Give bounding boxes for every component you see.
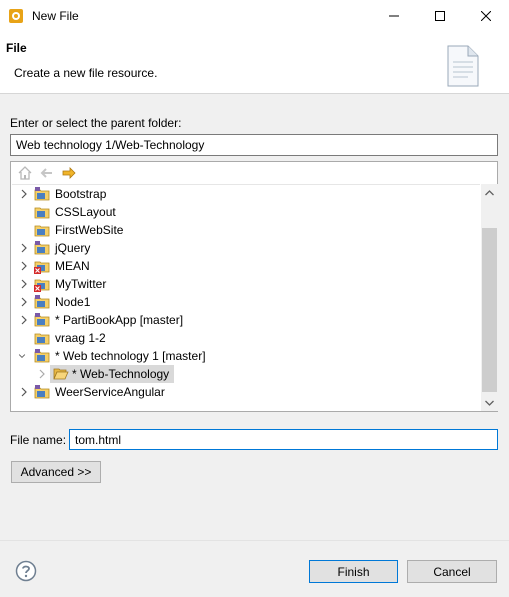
window-title: New File	[32, 9, 79, 23]
project-folder-error-icon	[34, 261, 50, 274]
tree-item[interactable]: jQuery	[12, 239, 478, 257]
advanced-button[interactable]: Advanced >>	[11, 461, 101, 483]
maximize-button[interactable]	[417, 0, 463, 32]
tree-item-label: * PartiBookApp [master]	[55, 313, 184, 327]
project-folder-icon	[34, 349, 50, 363]
chevron-right-icon[interactable]	[19, 313, 29, 327]
file-name-input[interactable]	[69, 429, 498, 450]
file-name-label: File name:	[10, 433, 67, 447]
footer-divider	[0, 540, 509, 541]
chevron-right-icon[interactable]	[19, 187, 29, 201]
close-button[interactable]	[463, 0, 509, 32]
chevron-down-icon	[485, 400, 494, 406]
tree-item[interactable]: WeerServiceAngular	[12, 383, 478, 401]
tree-item-label: vraag 1-2	[55, 331, 106, 345]
tree-item[interactable]: Node1	[12, 293, 478, 311]
tree-item[interactable]: * PartiBookApp [master]	[12, 311, 478, 329]
tree-item-label: * Web-Technology	[72, 367, 170, 381]
project-folder-icon	[34, 333, 50, 345]
tree-item-label: * Web technology 1 [master]	[55, 349, 206, 363]
folder-tree-panel: Bootstrap CSSLayout FirstWebSite jQuery …	[10, 161, 498, 412]
document-wizard-icon	[447, 45, 479, 87]
project-folder-icon	[34, 225, 50, 237]
project-folder-icon	[34, 295, 50, 309]
minimize-button[interactable]	[371, 0, 417, 32]
page-description: Create a new file resource.	[14, 66, 158, 80]
tree-item-label: Bootstrap	[55, 187, 107, 201]
wizard-header: File Create a new file resource.	[0, 32, 509, 94]
home-icon[interactable]	[17, 165, 33, 181]
vertical-scrollbar[interactable]	[481, 184, 498, 411]
scroll-up-button[interactable]	[481, 184, 498, 201]
tree-item-selected[interactable]: * Web-Technology	[12, 365, 478, 383]
tree-item[interactable]: MEAN	[12, 257, 478, 275]
chevron-right-icon[interactable]	[37, 367, 47, 381]
chevron-right-icon[interactable]	[19, 259, 29, 273]
finish-button[interactable]: Finish	[309, 560, 398, 583]
project-folder-icon	[34, 241, 50, 255]
tree-item[interactable]: Bootstrap	[12, 185, 478, 203]
tree-item-label: WeerServiceAngular	[55, 385, 165, 399]
chevron-right-icon[interactable]	[19, 295, 29, 309]
tree-item[interactable]: FirstWebSite	[12, 221, 478, 239]
tree-item-label: MyTwitter	[55, 277, 107, 291]
tree-toolbar	[11, 162, 497, 184]
chevron-up-icon	[485, 189, 494, 195]
maximize-icon	[435, 11, 445, 21]
tree-item-label: FirstWebSite	[55, 223, 124, 237]
tree-item-label: CSSLayout	[55, 205, 116, 219]
project-folder-icon	[34, 313, 50, 327]
project-folder-error-icon	[34, 279, 50, 292]
chevron-right-icon[interactable]	[19, 241, 29, 255]
cancel-button[interactable]: Cancel	[407, 560, 497, 583]
open-folder-icon	[53, 368, 69, 380]
project-folder-icon	[34, 385, 50, 399]
tree-item[interactable]: vraag 1-2	[12, 329, 478, 347]
back-arrow-icon[interactable]	[39, 165, 55, 181]
eclipse-gear-icon	[9, 9, 23, 23]
title-bar: New File	[0, 0, 509, 32]
tree-item-label: jQuery	[55, 241, 91, 255]
tree-item[interactable]: MyTwitter	[12, 275, 478, 293]
chevron-right-icon[interactable]	[19, 385, 29, 399]
folder-tree: Bootstrap CSSLayout FirstWebSite jQuery …	[12, 184, 480, 410]
close-icon	[481, 11, 491, 21]
tree-item-label: MEAN	[55, 259, 90, 273]
scroll-thumb[interactable]	[482, 228, 497, 392]
parent-folder-input[interactable]	[10, 134, 498, 156]
project-folder-icon	[34, 187, 50, 201]
chevron-down-icon[interactable]	[17, 349, 27, 363]
tree-item[interactable]: * Web technology 1 [master]	[12, 347, 478, 365]
chevron-right-icon[interactable]	[19, 277, 29, 291]
scroll-down-button[interactable]	[481, 394, 498, 411]
forward-arrow-icon[interactable]	[61, 165, 77, 181]
tree-item-label: Node1	[55, 295, 91, 309]
parent-folder-label: Enter or select the parent folder:	[10, 116, 182, 130]
help-icon[interactable]	[15, 560, 37, 582]
page-title: File	[6, 41, 27, 55]
tree-item[interactable]: CSSLayout	[12, 203, 478, 221]
minimize-icon	[389, 15, 399, 17]
project-folder-icon	[34, 207, 50, 219]
